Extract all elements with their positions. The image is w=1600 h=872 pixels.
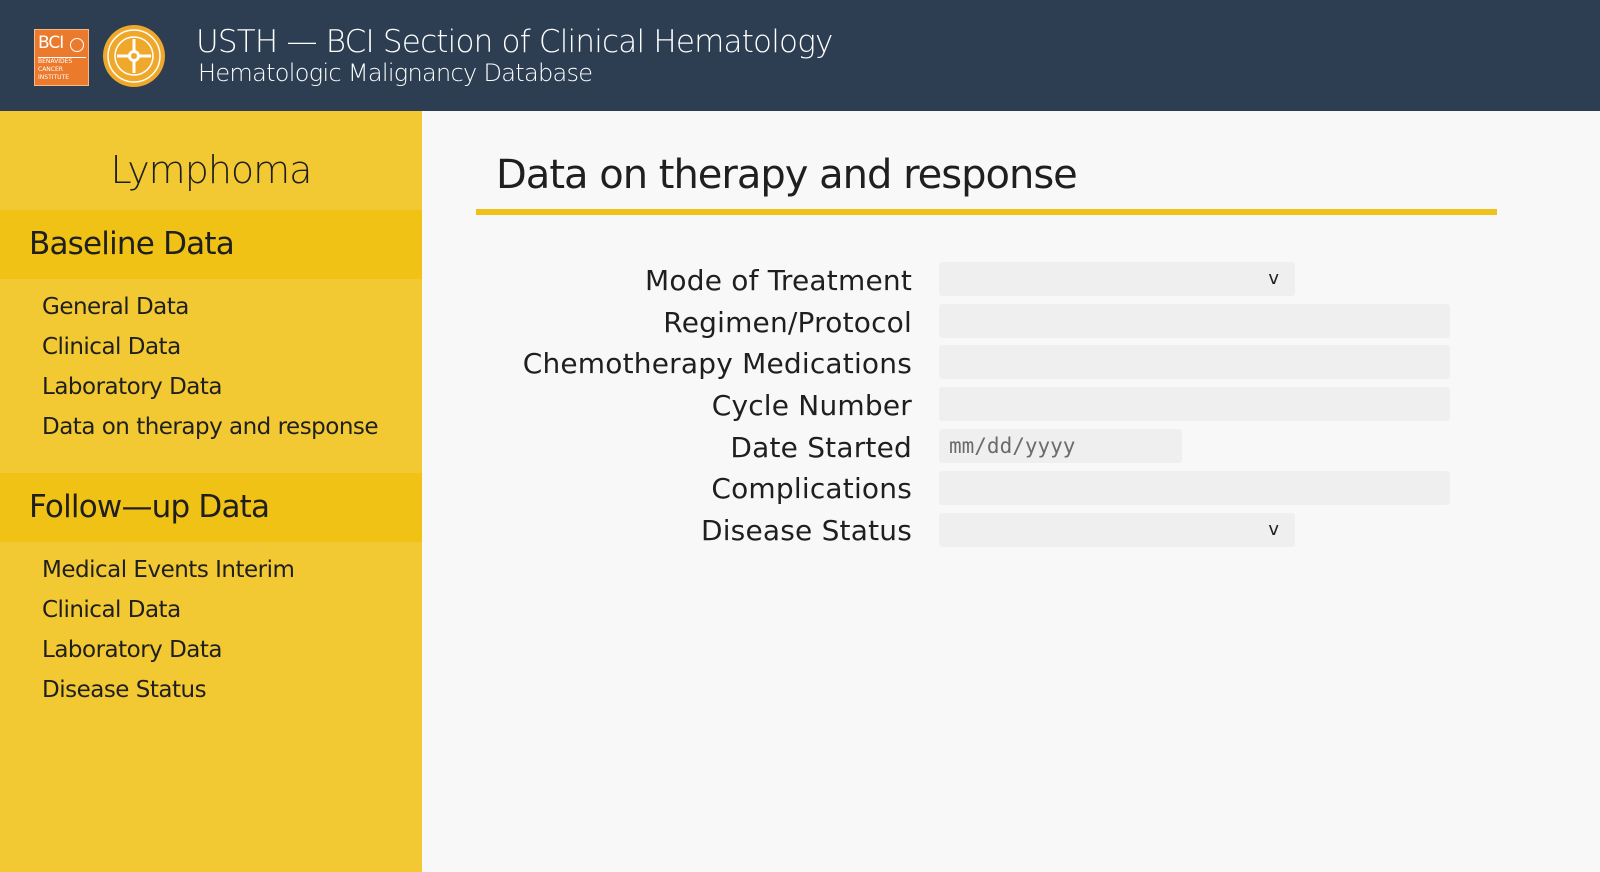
regimen-protocol-input[interactable] bbox=[939, 304, 1450, 338]
title-divider bbox=[476, 209, 1497, 215]
gear-icon bbox=[70, 38, 84, 52]
nav-followup-laboratory-data[interactable]: Laboratory Data bbox=[42, 635, 223, 665]
app-title: USTH — BCI Section of Clinical Hematolog… bbox=[196, 24, 833, 60]
nav-baseline-clinical-data[interactable]: Clinical Data bbox=[42, 332, 181, 362]
mode-of-treatment-label: Mode of Treatment bbox=[645, 264, 912, 297]
mode-of-treatment-select[interactable]: v bbox=[939, 262, 1295, 296]
sidebar: Lymphoma Baseline Data General Data Clin… bbox=[0, 111, 422, 872]
complications-input[interactable] bbox=[939, 471, 1450, 505]
nav-general-data[interactable]: General Data bbox=[42, 292, 189, 322]
date-started-label: Date Started bbox=[730, 431, 912, 464]
sidebar-title: Lymphoma bbox=[110, 148, 313, 192]
complications-label: Complications bbox=[711, 472, 912, 505]
seal-logo bbox=[103, 25, 165, 87]
section-followup-data: Follow—up Data bbox=[0, 473, 422, 542]
page-title: Data on therapy and response bbox=[496, 152, 1078, 198]
nav-followup-clinical-data[interactable]: Clinical Data bbox=[42, 595, 181, 625]
section-baseline-data: Baseline Data bbox=[0, 210, 422, 279]
chemotherapy-medications-input[interactable] bbox=[939, 345, 1450, 379]
app-subtitle: Hematologic Malignancy Database bbox=[198, 59, 593, 87]
date-started-input[interactable]: mm/dd/yyyy bbox=[939, 429, 1182, 463]
nav-disease-status[interactable]: Disease Status bbox=[42, 675, 207, 705]
nav-therapy-response[interactable]: Data on therapy and response bbox=[42, 412, 379, 442]
regimen-protocol-label: Regimen/Protocol bbox=[663, 306, 912, 339]
cycle-number-label: Cycle Number bbox=[711, 389, 912, 422]
app-header: BCI BENAVIDES CANCER INSTITUTE USTH — BC… bbox=[0, 0, 1600, 111]
bci-logo: BCI BENAVIDES CANCER INSTITUTE bbox=[34, 29, 89, 86]
nav-baseline-laboratory-data[interactable]: Laboratory Data bbox=[42, 372, 223, 402]
cycle-number-input[interactable] bbox=[939, 387, 1450, 421]
disease-status-select[interactable]: v bbox=[939, 513, 1295, 547]
chemotherapy-medications-label: Chemotherapy Medications bbox=[522, 347, 912, 380]
disease-status-label: Disease Status bbox=[700, 514, 912, 547]
chevron-down-icon: v bbox=[1268, 519, 1279, 540]
chevron-down-icon: v bbox=[1268, 268, 1279, 289]
nav-medical-events-interim[interactable]: Medical Events Interim bbox=[42, 555, 295, 585]
